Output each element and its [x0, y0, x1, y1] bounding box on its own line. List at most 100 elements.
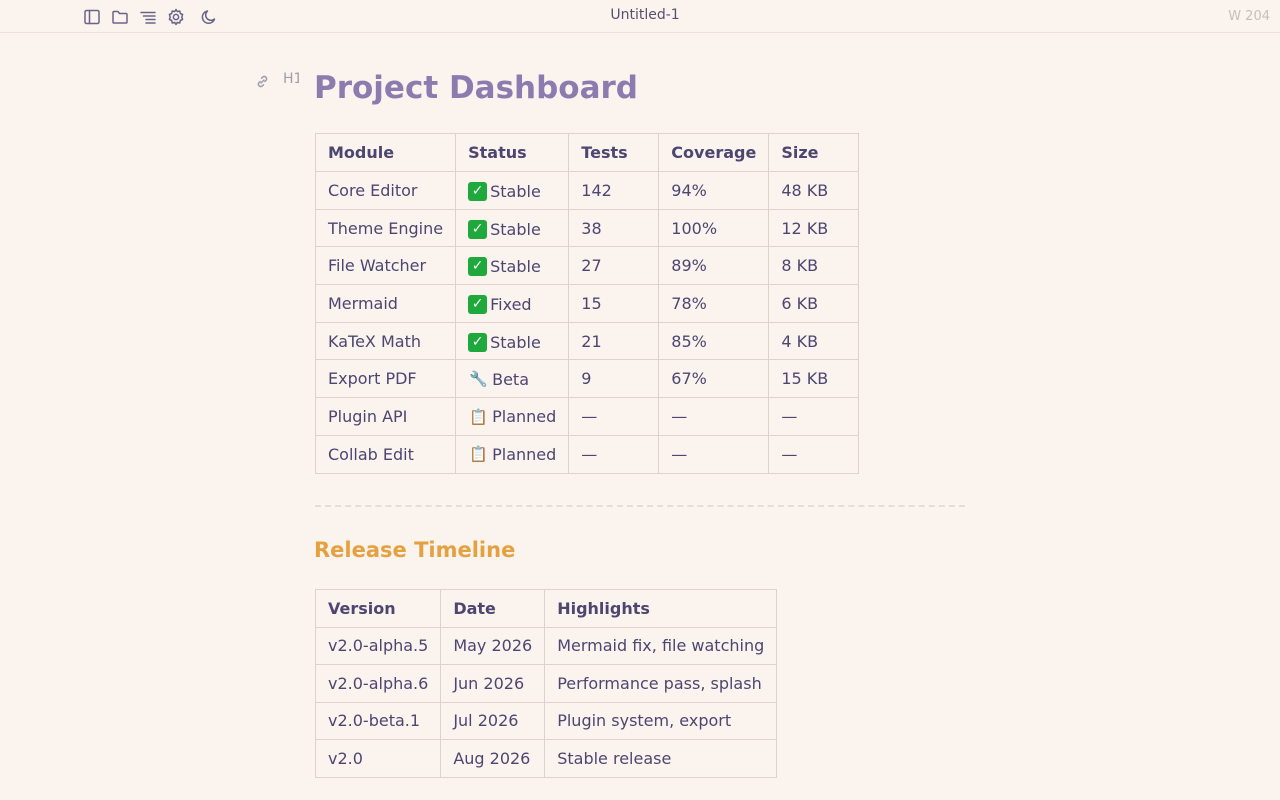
tests-cell: —	[568, 434, 660, 474]
table-row: Core Editor ✓ Stable 142 94% 48 KB	[314, 171, 860, 210]
table-row: KaTeX Math ✓ Stable 21 85% 4 KB	[314, 321, 860, 361]
status-badge: 📋 Planned	[468, 407, 556, 426]
status-cell: ✓ Stable	[455, 208, 570, 248]
date-cell: Jul 2026	[440, 701, 546, 740]
table-header-row: Module Status Tests Coverage Size	[314, 133, 860, 172]
wrench-icon: 🔧	[469, 370, 488, 389]
status-badge: ✓ Fixed	[468, 294, 532, 314]
size-cell: 6 KB	[768, 284, 860, 323]
column-header: Date	[440, 589, 546, 628]
check-icon: ✓	[468, 219, 488, 239]
tests-cell: 9	[568, 359, 660, 399]
status-cell: 📋 Planned	[455, 434, 570, 474]
module-cell: KaTeX Math	[314, 321, 457, 361]
status-badge: ✓ Stable	[468, 332, 541, 352]
tests-cell: 27	[568, 246, 660, 286]
version-cell: v2.0-beta.1	[314, 701, 442, 740]
check-icon: ✓	[468, 257, 488, 277]
module-cell: Theme Engine	[314, 208, 457, 248]
coverage-cell: —	[658, 434, 770, 474]
tests-cell: —	[568, 397, 660, 436]
table-row: Export PDF 🔧 Beta 9 67% 15 KB	[314, 359, 860, 399]
coverage-cell: 85%	[658, 321, 770, 361]
table-row: Theme Engine ✓ Stable 38 100% 12 KB	[314, 208, 860, 248]
page-title: Project Dashboard	[314, 70, 639, 106]
status-label: Planned	[492, 444, 557, 464]
horizontal-rule	[315, 505, 965, 507]
size-cell: 12 KB	[768, 208, 860, 248]
table-row: v2.0-alpha.5 May 2026 Mermaid fix, file wa…	[314, 626, 778, 665]
table-row: v2.0 Aug 2026 Stable release	[314, 739, 778, 778]
check-icon: ✓	[468, 294, 488, 314]
status-cell: ✓ Stable	[455, 246, 570, 286]
clipboard-icon: 📋	[469, 407, 488, 426]
date-cell: May 2026	[440, 626, 546, 665]
coverage-cell: 94%	[658, 171, 770, 210]
check-icon: ✓	[468, 181, 488, 201]
module-cell: Export PDF	[314, 359, 457, 399]
column-header: Module	[314, 133, 457, 172]
column-header: Highlights	[544, 589, 778, 628]
date-cell: Aug 2026	[440, 739, 546, 778]
size-cell: —	[768, 434, 860, 474]
clipboard-icon: 📋	[469, 445, 488, 464]
status-label: Stable	[490, 257, 541, 277]
table-row: Collab Edit 📋 Planned — — —	[314, 434, 860, 474]
release-table: Version Date Highlights v2.0-alpha.5 May …	[314, 589, 778, 778]
table-row: v2.0-alpha.6 Jun 2026 Performance pass, sp…	[314, 664, 778, 703]
table-row: File Watcher ✓ Stable 27 89% 8 KB	[314, 246, 860, 286]
link-icon[interactable]	[253, 72, 271, 90]
size-cell: —	[768, 397, 860, 436]
check-icon: ✓	[468, 332, 488, 352]
status-cell: ✓ Stable	[455, 171, 570, 210]
size-cell: 8 KB	[768, 246, 860, 286]
table-row: Plugin API 📋 Planned — — —	[314, 397, 860, 436]
table-row: v2.0-beta.1 Jul 2026 Plugin system, export	[314, 701, 778, 740]
column-header: Size	[768, 133, 860, 172]
status-badge: 🔧 Beta	[468, 370, 529, 389]
status-badge: ✓ Stable	[468, 219, 541, 239]
column-header: Version	[314, 589, 442, 628]
status-label: Stable	[490, 219, 541, 239]
status-badge: ✓ Stable	[468, 257, 541, 277]
tests-cell: 38	[568, 208, 660, 248]
coverage-cell: 89%	[658, 246, 770, 286]
highlights-cell: Plugin system, export	[544, 701, 778, 740]
tests-cell: 15	[568, 284, 660, 323]
heading-level-marker[interactable]: H1	[283, 71, 299, 87]
status-cell: ✓ Fixed	[455, 284, 570, 323]
tests-cell: 142	[568, 171, 660, 210]
version-cell: v2.0	[314, 739, 442, 778]
coverage-cell: 78%	[658, 284, 770, 323]
module-cell: Plugin API	[314, 397, 457, 436]
document-title: Untitled-1	[610, 7, 680, 23]
status-badge: 📋 Planned	[468, 445, 556, 464]
status-label: Beta	[492, 369, 530, 389]
table-row: Mermaid ✓ Fixed 15 78% 6 KB	[314, 284, 860, 323]
date-cell: Jun 2026	[440, 664, 546, 703]
status-label: Planned	[492, 407, 557, 427]
module-cell: Mermaid	[314, 284, 457, 323]
column-header: Tests	[568, 133, 660, 172]
highlights-cell: Mermaid fix, file watching	[544, 626, 778, 665]
status-label: Stable	[490, 181, 541, 201]
size-cell: 48 KB	[768, 171, 860, 210]
status-cell: ✓ Stable	[455, 321, 570, 361]
highlights-cell: Performance pass, splash	[544, 664, 778, 703]
status-cell: 🔧 Beta	[455, 359, 570, 399]
status-cell: 📋 Planned	[455, 397, 570, 436]
word-count: W 204	[1228, 9, 1270, 24]
coverage-cell: —	[658, 397, 770, 436]
column-header: Coverage	[658, 133, 770, 172]
highlights-cell: Stable release	[544, 739, 778, 778]
status-label: Stable	[490, 332, 541, 352]
column-header: Status	[455, 133, 570, 172]
version-cell: v2.0-alpha.5	[314, 626, 442, 665]
module-cell: Core Editor	[314, 171, 457, 210]
size-cell: 4 KB	[768, 321, 860, 361]
tests-cell: 21	[568, 321, 660, 361]
table-header-row: Version Date Highlights	[314, 589, 778, 628]
top-bar: Untitled-1 W 204	[0, 0, 1280, 33]
status-badge: ✓ Stable	[468, 181, 541, 201]
dashboard-table: Module Status Tests Coverage Size Core E…	[314, 133, 860, 474]
